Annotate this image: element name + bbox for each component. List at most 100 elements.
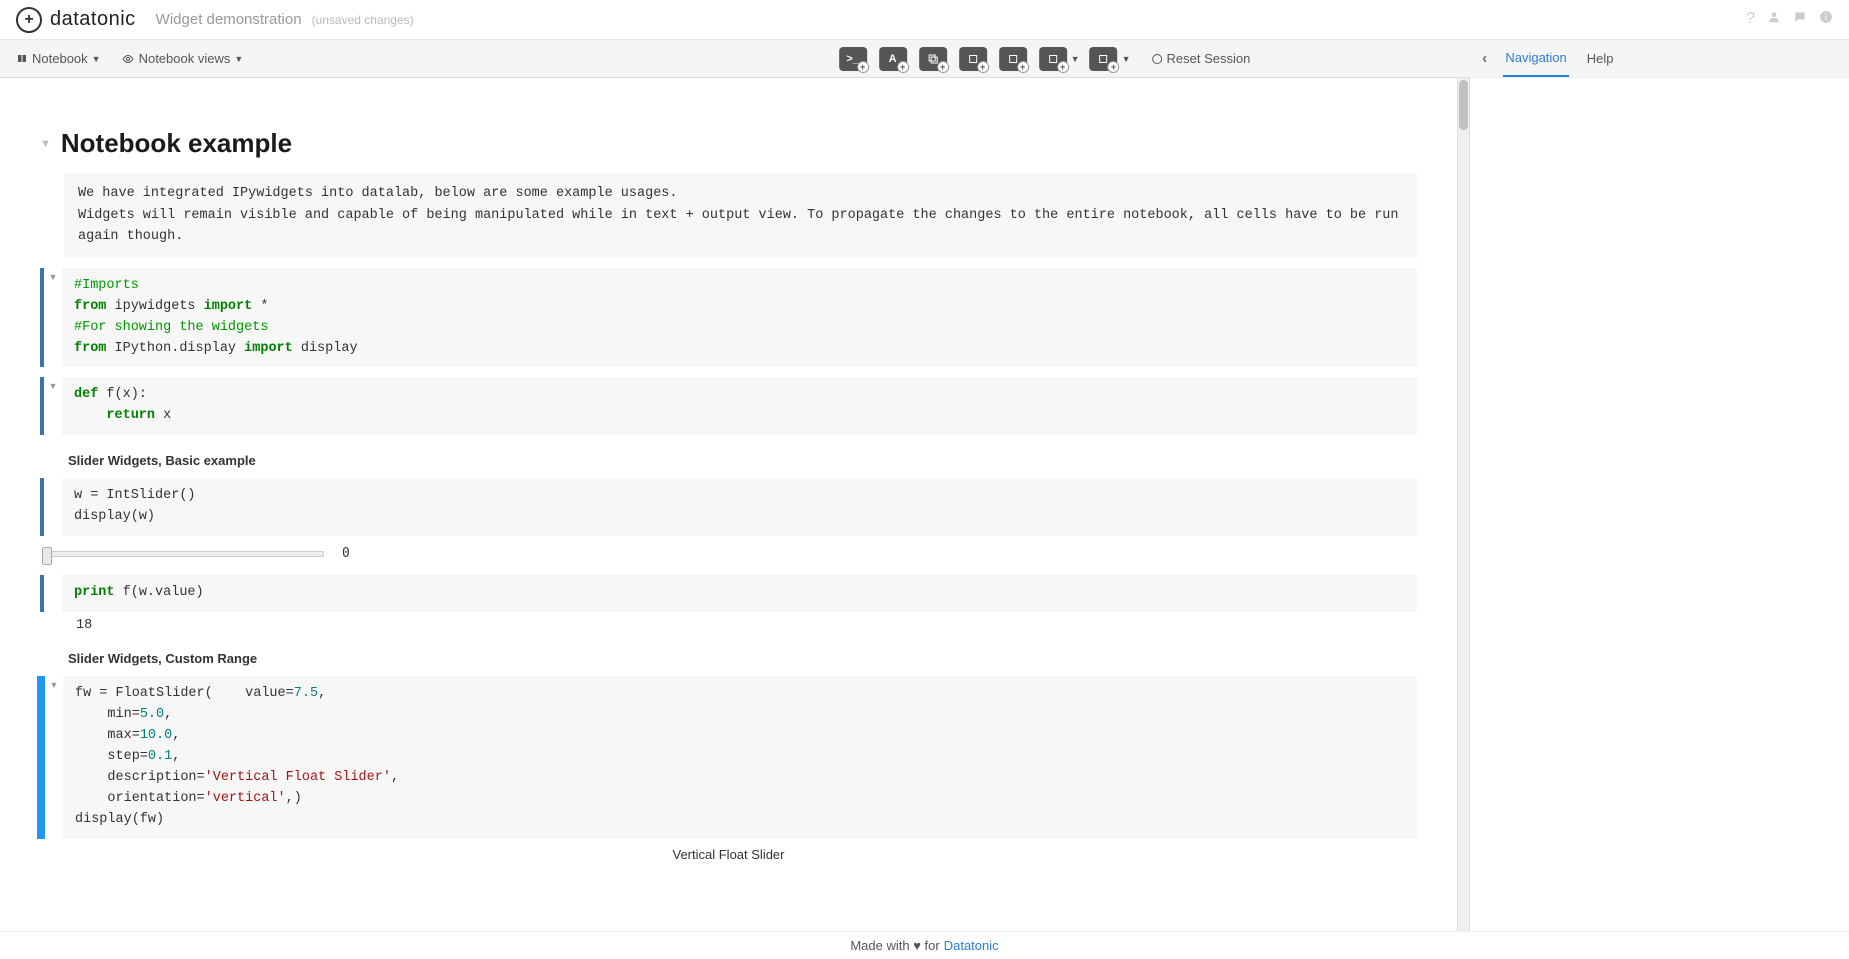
notebook-views-menu[interactable]: Notebook views ▼ — [121, 51, 244, 66]
book-icon — [16, 53, 28, 65]
notebook-title: Notebook example — [61, 128, 292, 159]
fold-toggle-icon[interactable]: ▼ — [44, 268, 62, 368]
code-token: ipywidgets — [106, 299, 203, 314]
int-slider-widget[interactable]: 0 — [44, 546, 1417, 561]
slider-track[interactable] — [44, 551, 324, 557]
document-status: (unsaved changes) — [312, 13, 414, 27]
slider-value: 0 — [342, 546, 350, 561]
brand-name: datatonic — [50, 8, 136, 31]
code-token: 'Vertical Float Slider' — [205, 770, 391, 785]
code-token: 7.5 — [294, 686, 318, 701]
code-token: f(w.value) — [115, 585, 204, 600]
code-cell-intslider[interactable]: w = IntSlider() display(w) — [40, 478, 1417, 536]
code-cell-def[interactable]: ▼ def f(x): return x — [40, 377, 1417, 435]
top-header: + datatonic Widget demonstration (unsave… — [0, 0, 1849, 40]
code-token: #Imports — [74, 278, 139, 293]
fold-toggle-icon[interactable]: ▼ — [45, 676, 63, 838]
code-token: orientation= — [75, 791, 205, 806]
panel-back-icon[interactable]: ‹ — [1482, 50, 1487, 68]
code-token: #For showing the widgets — [74, 320, 268, 335]
fold-toggle-icon[interactable] — [44, 575, 62, 612]
tab-help[interactable]: Help — [1585, 41, 1616, 76]
add-text-cell-icon[interactable]: A+ — [879, 47, 907, 71]
code-token: import — [244, 341, 293, 356]
cell-action-2-icon[interactable]: + — [999, 47, 1027, 71]
code-token: min= — [75, 707, 140, 722]
circle-icon — [1153, 54, 1163, 64]
code-body[interactable]: def f(x): return x — [62, 377, 1417, 435]
code-token: 0.1 — [148, 749, 172, 764]
notebook-content: ▼ Notebook example We have integrated IP… — [0, 78, 1457, 931]
code-body[interactable]: #Imports from ipywidgets import * #For s… — [62, 268, 1417, 368]
subheading-custom: Slider Widgets, Custom Range — [68, 651, 1417, 666]
code-token: display(fw) — [75, 812, 164, 827]
code-token: description= — [75, 770, 205, 785]
comment-icon[interactable] — [1793, 10, 1807, 29]
intro-markdown-cell[interactable]: We have integrated IPywidgets into datal… — [64, 173, 1417, 258]
chevron-down-icon[interactable]: ▼ — [1122, 54, 1131, 64]
code-token: 5.0 — [140, 707, 164, 722]
add-code-cell-icon[interactable]: >_+ — [839, 47, 867, 71]
code-token: , — [172, 728, 180, 743]
notebook-title-row: ▼ Notebook example — [40, 128, 1417, 159]
code-token: print — [74, 585, 115, 600]
code-cell-imports[interactable]: ▼ #Imports from ipywidgets import * #For… — [40, 268, 1417, 368]
code-token: ,) — [286, 791, 302, 806]
notebook-views-label: Notebook views — [139, 51, 231, 66]
cell-action-1-icon[interactable]: + — [959, 47, 987, 71]
copy-cell-icon[interactable]: + — [919, 47, 947, 71]
subheading-basic: Slider Widgets, Basic example — [68, 453, 1417, 468]
footer-text: Made with ♥ for — [850, 938, 939, 953]
code-token: def — [74, 387, 98, 402]
brand-logo[interactable]: + datatonic — [16, 7, 136, 33]
fold-toggle-icon[interactable] — [44, 478, 62, 536]
code-body[interactable]: fw = FloatSlider( value=7.5, min=5.0, ma… — [63, 676, 1417, 838]
document-title[interactable]: Widget demonstration — [156, 11, 302, 28]
code-token: IPython.display — [106, 341, 244, 356]
code-token: , — [318, 686, 326, 701]
header-icon-group: ? — [1746, 10, 1833, 29]
notebook-scrollbar[interactable] — [1457, 78, 1469, 931]
cell-action-3-icon[interactable]: + — [1039, 47, 1067, 71]
code-token — [74, 408, 106, 423]
chevron-down-icon[interactable]: ▼ — [1071, 54, 1080, 64]
reset-session-button[interactable]: Reset Session — [1153, 51, 1251, 66]
float-slider-label: Vertical Float Slider — [40, 847, 1417, 862]
fold-toggle-icon[interactable]: ▼ — [44, 377, 62, 435]
logo-plus-icon: + — [16, 7, 42, 33]
code-token: import — [204, 299, 253, 314]
tab-navigation[interactable]: Navigation — [1503, 40, 1568, 77]
eye-icon — [121, 53, 135, 65]
right-panel: ‹ Navigation Help — [1469, 78, 1849, 931]
code-token: max= — [75, 728, 140, 743]
code-body[interactable]: w = IntSlider() display(w) — [62, 478, 1417, 536]
notebook-menu-label: Notebook — [32, 51, 88, 66]
info-icon[interactable] — [1819, 10, 1833, 29]
code-token: * — [252, 299, 268, 314]
help-icon[interactable]: ? — [1746, 10, 1755, 29]
code-token: , — [172, 749, 180, 764]
code-cell-floatslider[interactable]: ▼ fw = FloatSlider( value=7.5, min=5.0, … — [40, 676, 1417, 838]
cell-action-4-icon[interactable]: + — [1090, 47, 1118, 71]
code-token: x — [155, 408, 171, 423]
right-panel-header: ‹ Navigation Help — [1470, 40, 1849, 78]
notebook-menu[interactable]: Notebook ▼ — [16, 51, 101, 66]
chevron-down-icon: ▼ — [234, 54, 243, 64]
code-token: fw = FloatSlider( value= — [75, 686, 294, 701]
slider-thumb[interactable] — [42, 547, 52, 565]
code-body[interactable]: print f(w.value) — [62, 575, 1417, 612]
code-token: , — [391, 770, 399, 785]
scrollbar-thumb[interactable] — [1459, 80, 1468, 130]
code-token: 'vertical' — [205, 791, 286, 806]
code-token: display — [293, 341, 358, 356]
user-icon[interactable] — [1767, 10, 1781, 29]
chevron-down-icon: ▼ — [92, 54, 101, 64]
code-token: from — [74, 341, 106, 356]
code-token: step= — [75, 749, 148, 764]
code-token: return — [106, 408, 155, 423]
main-area: ▼ Notebook example We have integrated IP… — [0, 78, 1849, 931]
code-cell-print[interactable]: print f(w.value) — [40, 575, 1417, 612]
collapse-toggle-icon[interactable]: ▼ — [40, 138, 51, 150]
code-token: f(x): — [98, 387, 147, 402]
footer-link[interactable]: Datatonic — [944, 938, 999, 953]
